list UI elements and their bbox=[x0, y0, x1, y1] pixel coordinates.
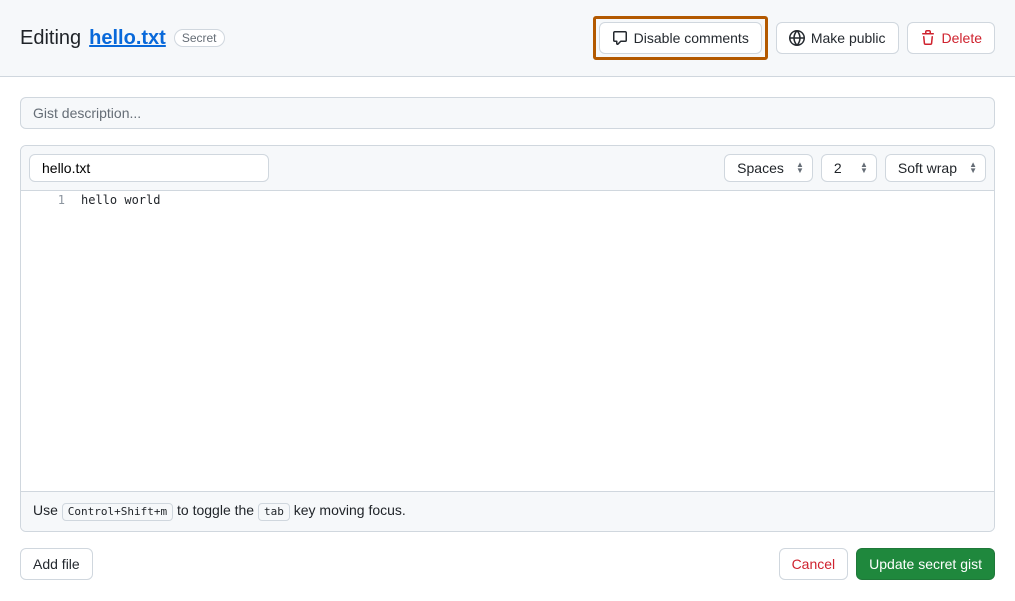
gist-description-input[interactable] bbox=[20, 97, 995, 129]
updown-icon: ▲▼ bbox=[860, 162, 868, 174]
page-header: Editing hello.txt Secret Disable comment… bbox=[0, 0, 1015, 77]
indent-size-value: 2 bbox=[834, 160, 842, 176]
disable-comments-label: Disable comments bbox=[634, 28, 749, 48]
globe-icon bbox=[789, 30, 805, 46]
code-editor[interactable]: 1 hello world bbox=[21, 191, 994, 491]
comment-icon bbox=[612, 30, 628, 46]
content-area: Spaces ▲▼ 2 ▲▼ Soft wrap ▲▼ 1 hello worl… bbox=[0, 77, 1015, 600]
bottom-right-actions: Cancel Update secret gist bbox=[779, 548, 995, 580]
editing-label: Editing bbox=[20, 27, 81, 50]
indent-size-select[interactable]: 2 ▲▼ bbox=[821, 154, 877, 182]
update-gist-button[interactable]: Update secret gist bbox=[856, 548, 995, 580]
file-toolbar: Spaces ▲▼ 2 ▲▼ Soft wrap ▲▼ bbox=[21, 146, 994, 191]
wrap-mode-value: Soft wrap bbox=[898, 160, 957, 176]
editor-line: 1 hello world bbox=[21, 191, 994, 209]
highlight-annotation: Disable comments bbox=[593, 16, 768, 60]
indent-mode-value: Spaces bbox=[737, 160, 784, 176]
delete-button[interactable]: Delete bbox=[907, 22, 995, 54]
file-footer-hint: Use Control+Shift+m to toggle the tab ke… bbox=[21, 491, 994, 531]
header-left: Editing hello.txt Secret bbox=[20, 27, 225, 50]
bottom-actions: Add file Cancel Update secret gist bbox=[20, 548, 995, 580]
indent-mode-select[interactable]: Spaces ▲▼ bbox=[724, 154, 813, 182]
file-block: Spaces ▲▼ 2 ▲▼ Soft wrap ▲▼ 1 hello worl… bbox=[20, 145, 995, 532]
kbd-tab: tab bbox=[258, 503, 290, 521]
gist-filename-link[interactable]: hello.txt bbox=[89, 27, 166, 50]
toolbar-right: Spaces ▲▼ 2 ▲▼ Soft wrap ▲▼ bbox=[724, 154, 986, 182]
make-public-label: Make public bbox=[811, 28, 886, 48]
updown-icon: ▲▼ bbox=[969, 162, 977, 174]
make-public-button[interactable]: Make public bbox=[776, 22, 899, 54]
wrap-mode-select[interactable]: Soft wrap ▲▼ bbox=[885, 154, 986, 182]
secret-badge: Secret bbox=[174, 29, 225, 47]
updown-icon: ▲▼ bbox=[796, 162, 804, 174]
disable-comments-button[interactable]: Disable comments bbox=[599, 22, 762, 54]
filename-input[interactable] bbox=[29, 154, 269, 182]
header-right: Disable comments Make public Delete bbox=[593, 16, 995, 60]
add-file-button[interactable]: Add file bbox=[20, 548, 93, 580]
cancel-button[interactable]: Cancel bbox=[779, 548, 849, 580]
line-number: 1 bbox=[21, 191, 81, 209]
trash-icon bbox=[920, 30, 936, 46]
line-text: hello world bbox=[81, 191, 160, 209]
kbd-shortcut: Control+Shift+m bbox=[62, 503, 173, 521]
delete-label: Delete bbox=[942, 28, 982, 48]
